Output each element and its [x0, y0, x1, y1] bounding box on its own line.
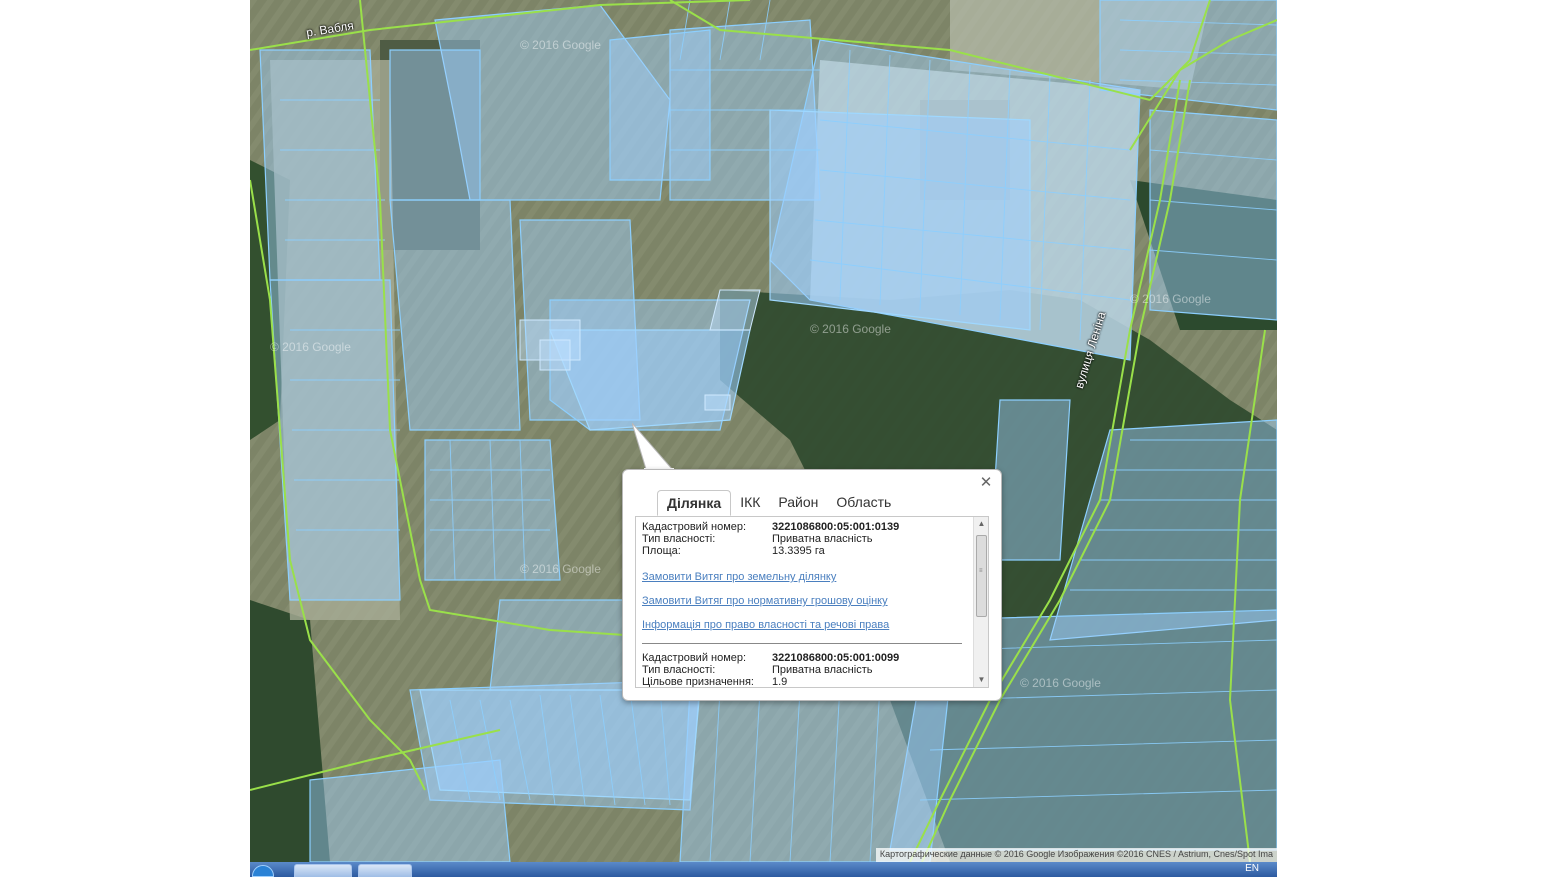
taskbar-app-button[interactable] [294, 864, 352, 877]
google-watermark: © 2016 Google [1020, 676, 1101, 690]
popup-pointer [632, 423, 674, 473]
start-button[interactable] [252, 865, 274, 877]
google-watermark: © 2016 Google [520, 562, 601, 576]
order-valuation-link[interactable]: Замовити Витяг про нормативну грошову оц… [642, 595, 967, 607]
cadastral-value: 3221086800:05:001:0139 [772, 521, 900, 533]
ownership-label: Тип власності: [642, 533, 716, 545]
map-attribution: Картографические данные © 2016 Google Из… [875, 848, 1277, 862]
cadastral-value: 3221086800:05:001:0099 [772, 652, 900, 664]
tab-ikk[interactable]: ІКК [731, 490, 769, 516]
area-label: Площа: [642, 545, 681, 557]
taskbar: EN [250, 862, 1277, 877]
ownership-info-link[interactable]: Інформація про право власності та речові… [642, 619, 967, 631]
language-indicator[interactable]: EN [1245, 863, 1259, 874]
cadastral-row: Кадастровий номер: 3221086800:05:001:009… [642, 652, 967, 664]
area-row: Площа: 13.3395 га [642, 545, 967, 557]
map-viewport[interactable]: р. Вабля вулиця Леніна © 2016 Google © 2… [250, 0, 1277, 862]
ownership-value: Приватна власність [772, 533, 873, 545]
tab-district[interactable]: Район [769, 490, 827, 516]
google-watermark: © 2016 Google [810, 322, 891, 336]
scroll-up-icon[interactable]: ▲ [974, 517, 988, 531]
popup-content: Кадастровий номер: 3221086800:05:001:013… [642, 521, 967, 688]
cadastral-label: Кадастровий номер: [642, 652, 747, 664]
ownership-label: Тип власності: [642, 664, 716, 676]
google-watermark: © 2016 Google [520, 38, 601, 52]
purpose-row: Цільове призначення: 1.9 [642, 676, 967, 688]
divider [642, 643, 962, 644]
tab-parcel[interactable]: Ділянка [657, 490, 732, 516]
area-value: 13.3395 га [772, 545, 825, 557]
scroll-down-icon[interactable]: ▼ [974, 673, 988, 687]
purpose-value: 1.9 [772, 676, 788, 688]
cadastral-row: Кадастровий номер: 3221086800:05:001:013… [642, 521, 967, 533]
google-watermark: © 2016 Google [1130, 292, 1211, 306]
satellite-map[interactable] [250, 0, 1277, 862]
order-extract-link[interactable]: Замовити Витяг про земельну ділянку [642, 571, 967, 583]
ownership-row: Тип власності: Приватна власність [642, 664, 967, 676]
tab-region[interactable]: Область [827, 490, 900, 516]
grip-icon: ≡ [979, 568, 983, 574]
taskbar-app-button[interactable] [358, 864, 412, 877]
ownership-value: Приватна власність [772, 664, 873, 676]
close-icon[interactable]: ✕ [979, 475, 993, 490]
popup-panel[interactable]: Кадастровий номер: 3221086800:05:001:013… [635, 516, 989, 688]
purpose-label: Цільове призначення: [642, 676, 754, 688]
popup-scrollbar[interactable]: ▲ ≡ ▼ [973, 517, 988, 687]
scroll-thumb[interactable]: ≡ [976, 535, 987, 617]
parcel-info-popup: ✕ Ділянка ІКК Район Область Кадастровий … [622, 469, 1002, 701]
google-watermark: © 2016 Google [270, 340, 351, 354]
popup-tabs: Ділянка ІКК Район Область [657, 490, 900, 516]
ownership-row: Тип власності: Приватна власність [642, 533, 967, 545]
cadastral-label: Кадастровий номер: [642, 521, 747, 533]
